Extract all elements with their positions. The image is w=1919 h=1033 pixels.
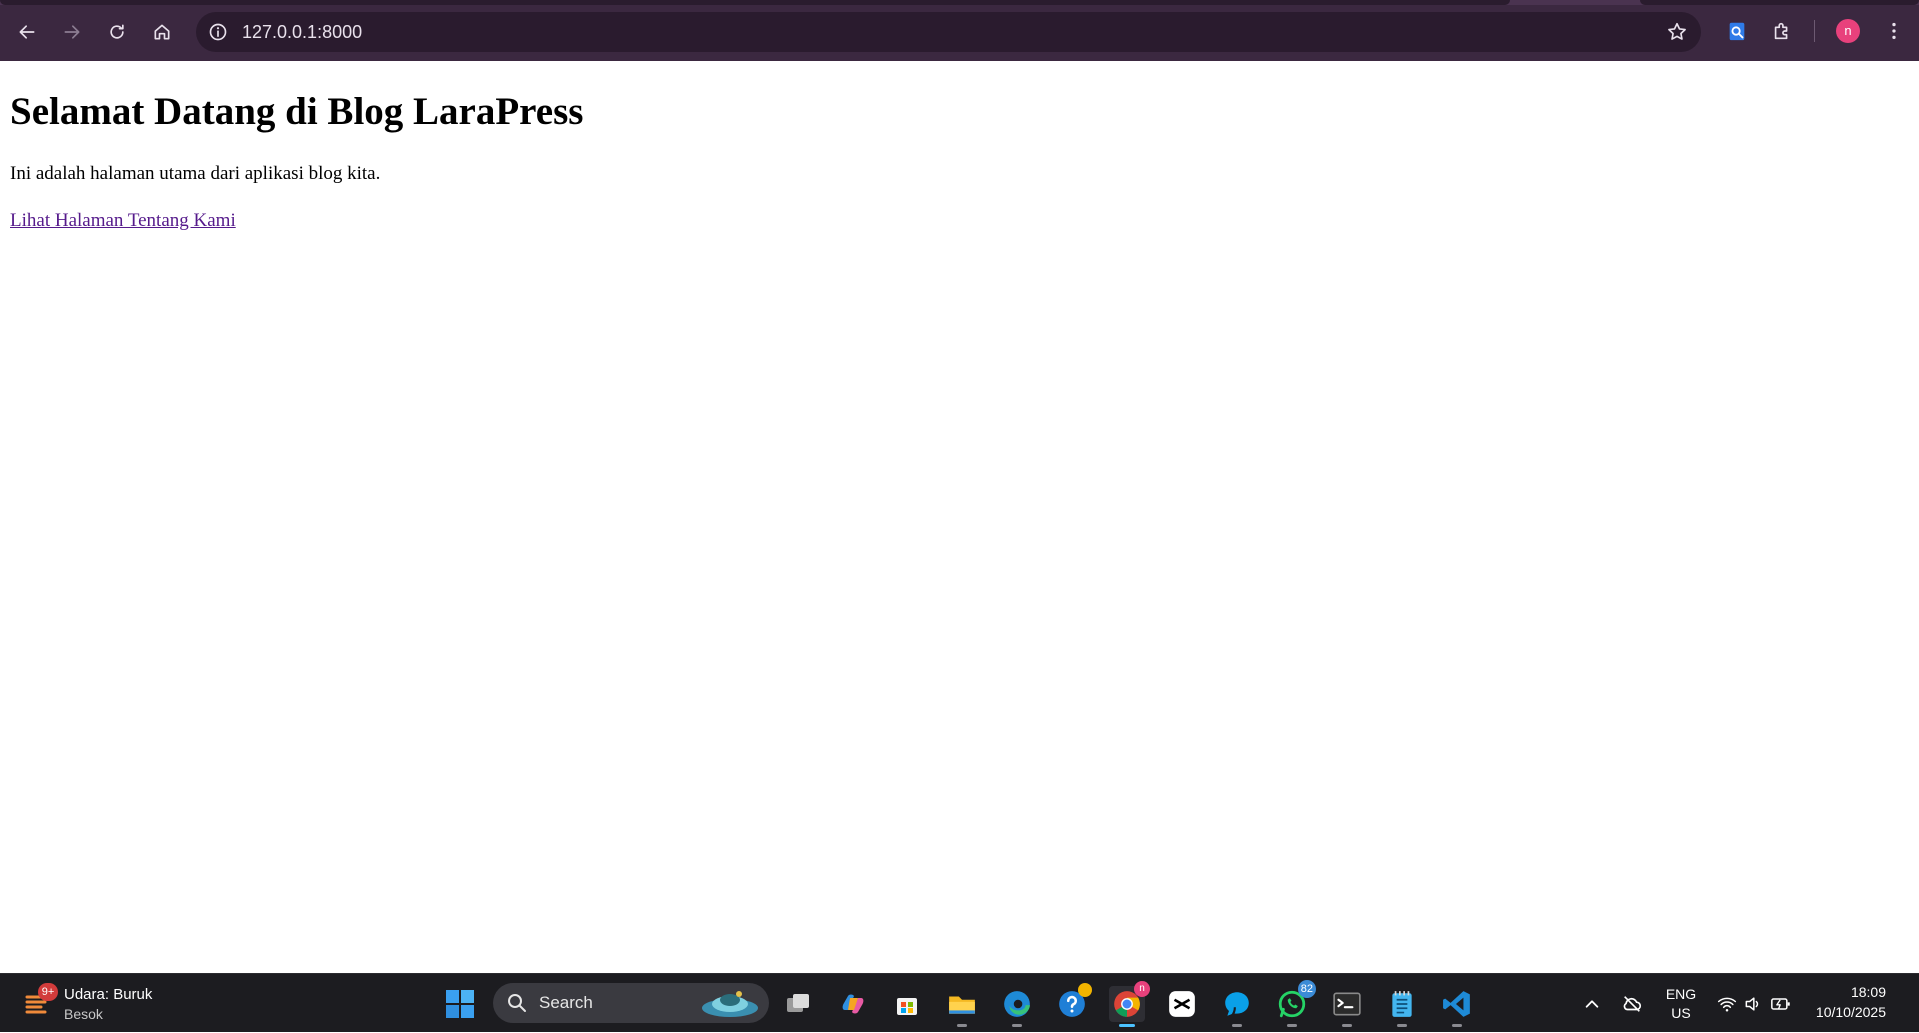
windows-start-icon[interactable] <box>444 988 476 1020</box>
taskbar-app-copilot[interactable] <box>835 986 871 1022</box>
taskbar-app-zalo[interactable] <box>1219 986 1255 1027</box>
vscode-icon <box>1443 991 1470 1017</box>
forward-arrow-icon <box>64 25 80 39</box>
copilot-icon <box>842 994 864 1014</box>
show-hidden-icons-chevron-icon[interactable] <box>1580 974 1604 1033</box>
bookmark-star-icon[interactable] <box>1665 20 1689 44</box>
running-indicator <box>1287 1024 1297 1027</box>
wifi-icon[interactable] <box>1716 974 1738 1033</box>
edge-browser-icon <box>1004 991 1030 1017</box>
windows-taskbar: 9+ Udara: Buruk Besok Search n 82 ENG US… <box>0 973 1919 1032</box>
running-indicator <box>1232 1024 1242 1027</box>
battery-charging-icon[interactable] <box>1768 974 1794 1033</box>
running-indicator <box>957 1024 967 1027</box>
intro-paragraph: Ini adalah halaman utama dari aplikasi b… <box>10 163 381 184</box>
cloud-offline-icon[interactable] <box>1618 974 1646 1033</box>
reload-icon <box>110 24 124 39</box>
menu-kebab-icon[interactable] <box>1880 17 1908 45</box>
weather-title: Udara: Buruk <box>64 986 153 1003</box>
task-view-icon <box>787 994 809 1012</box>
keyboard-language-indicator[interactable]: ENG US <box>1660 974 1702 1033</box>
address-bar[interactable]: 127.0.0.1:8000 <box>196 12 1701 52</box>
taskbar-app-file-explorer[interactable] <box>944 986 980 1027</box>
tab-strip <box>0 0 1919 5</box>
taskbar-app-chrome[interactable]: n <box>1109 981 1150 1027</box>
taskbar-app-microsoft-store[interactable] <box>889 986 925 1022</box>
search-highlight-illustration-icon[interactable] <box>699 986 761 1020</box>
whatsapp-unread-badge: 82 <box>1297 980 1316 998</box>
keyboard-region: US <box>1671 1004 1691 1021</box>
taskbar-clock[interactable]: 18:09 10/10/2025 <box>1806 982 1886 1022</box>
running-indicator <box>1342 1024 1352 1027</box>
taskbar-app-get-help[interactable] <box>1054 983 1092 1022</box>
taskbar-app-task-view[interactable] <box>780 986 816 1022</box>
taskbar-search-box[interactable]: Search <box>493 983 769 1023</box>
reload-button[interactable] <box>100 15 134 49</box>
back-button[interactable] <box>10 15 44 49</box>
page-title: Selamat Datang di Blog LaraPress <box>10 90 584 133</box>
active-tab-edge[interactable] <box>0 0 1510 5</box>
messenger-bubble-icon <box>1225 992 1249 1017</box>
terminal-icon <box>1333 992 1361 1016</box>
clock-date: 10/10/2025 <box>1815 1004 1886 1020</box>
running-indicator <box>1452 1024 1462 1027</box>
microsoft-store-icon <box>897 998 917 1015</box>
file-explorer-folder-icon <box>949 996 975 1014</box>
notification-dot <box>1078 983 1092 997</box>
running-indicator <box>1397 1024 1407 1027</box>
toolbar-divider <box>1814 20 1815 42</box>
capcut-icon <box>1169 991 1195 1017</box>
volume-speaker-icon[interactable] <box>1742 974 1764 1033</box>
new-tab-edge[interactable] <box>1640 0 1919 5</box>
url-text[interactable]: 127.0.0.1:8000 <box>242 21 362 43</box>
home-button[interactable] <box>145 15 179 49</box>
weather-alert-badge: 9+ <box>38 983 58 1001</box>
notepad-icon <box>1392 991 1412 1017</box>
forward-button[interactable] <box>55 15 89 49</box>
active-indicator <box>1119 1024 1135 1027</box>
search-label: Search <box>539 993 593 1012</box>
site-info-icon[interactable] <box>206 20 230 44</box>
clock-time: 18:09 <box>1850 984 1886 1000</box>
extensions-puzzle-icon[interactable] <box>1768 17 1796 45</box>
taskbar-app-edge[interactable] <box>999 986 1035 1027</box>
web-page: Selamat Datang di Blog LaraPress Ini ada… <box>0 61 1919 973</box>
google-lens-extension-icon[interactable] <box>1723 17 1751 45</box>
weather-subtitle: Besok <box>64 1006 103 1022</box>
search-icon <box>508 994 526 1012</box>
profile-avatar[interactable]: n <box>1836 19 1860 43</box>
taskbar-app-capcut[interactable] <box>1164 986 1200 1022</box>
taskbar-app-terminal[interactable] <box>1329 986 1365 1027</box>
about-page-link[interactable]: Lihat Halaman Tentang Kami <box>10 210 236 232</box>
running-indicator <box>1012 1024 1022 1027</box>
chrome-profile-badge: n <box>1134 981 1150 997</box>
language-code: ENG <box>1665 985 1697 1002</box>
home-icon <box>154 24 170 40</box>
taskbar-app-notepad[interactable] <box>1384 986 1420 1027</box>
back-arrow-icon <box>19 25 35 39</box>
taskbar-app-vscode[interactable] <box>1439 986 1475 1027</box>
browser-toolbar: 127.0.0.1:8000 n <box>0 0 1919 61</box>
taskbar-app-whatsapp[interactable]: 82 <box>1274 980 1316 1027</box>
